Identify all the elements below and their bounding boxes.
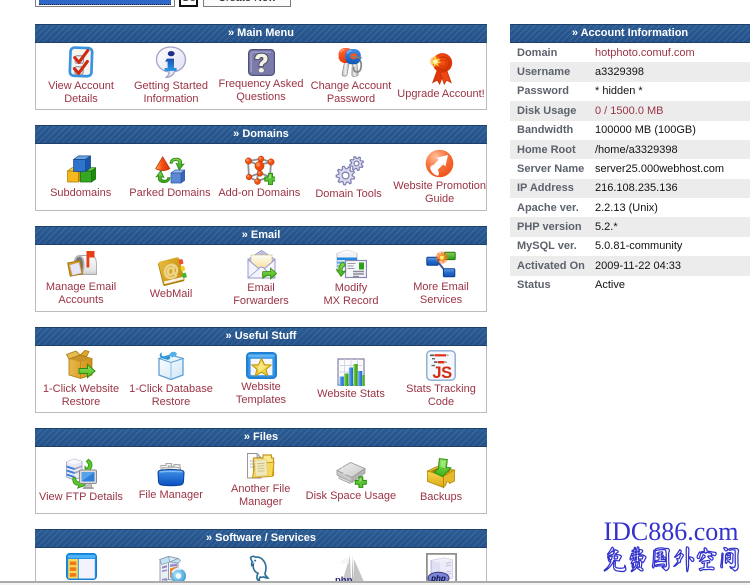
svg-text:JS: JS (432, 364, 452, 381)
